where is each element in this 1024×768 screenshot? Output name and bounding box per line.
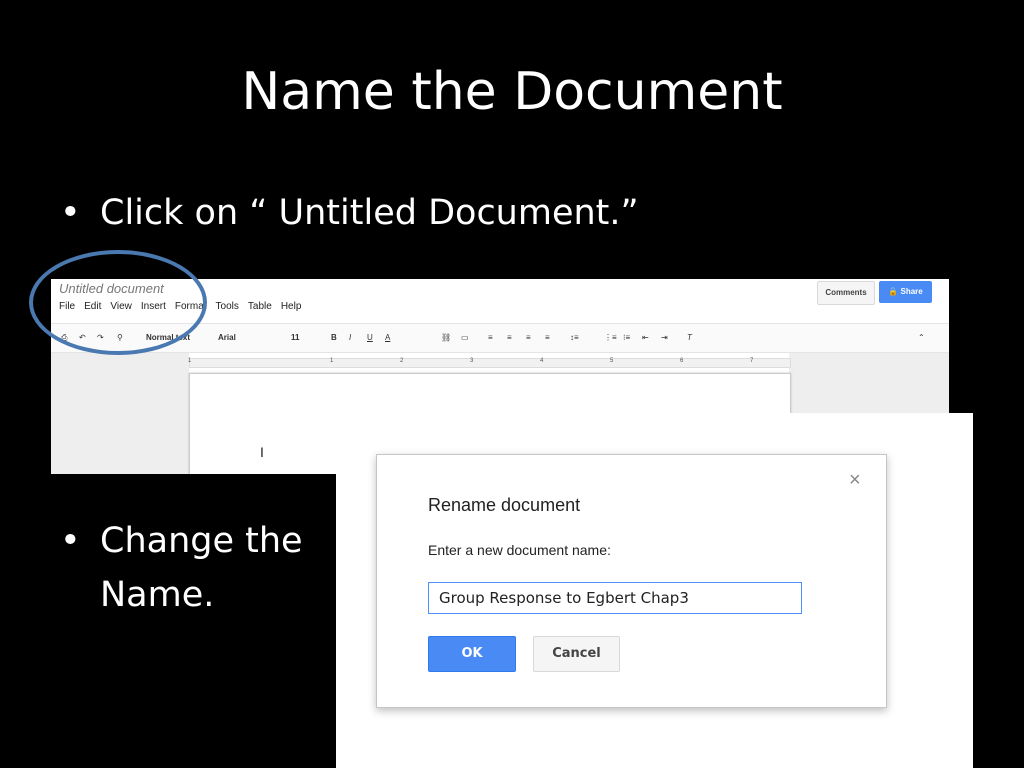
- collapse-icon[interactable]: ⌃: [918, 333, 925, 342]
- clear-formatting-icon[interactable]: T: [687, 333, 692, 342]
- bullet-text: Change the Name.: [100, 521, 303, 615]
- bulleted-list-icon[interactable]: ⁝≡: [623, 333, 630, 342]
- share-label: Share: [900, 287, 923, 296]
- rename-dialog: × Rename document Enter a new document n…: [376, 454, 887, 708]
- ruler-number: 5: [610, 358, 614, 364]
- bullet-text: Click on “ Untitled Document.”: [100, 193, 639, 233]
- font-size-select[interactable]: 11: [291, 333, 299, 342]
- ruler-number: 1: [330, 358, 334, 364]
- link-icon[interactable]: ⛓: [441, 333, 451, 342]
- ruler: 1 1 2 3 4 5 6 7: [188, 358, 791, 368]
- ruler-number: 1: [188, 358, 192, 364]
- menu-tools[interactable]: Tools: [216, 301, 239, 312]
- bullet-click-untitled: • Click on “ Untitled Document.”: [60, 186, 639, 240]
- bullet-dot: •: [60, 521, 81, 561]
- numbered-list-icon[interactable]: ⋮≡: [604, 333, 617, 342]
- font-select[interactable]: Arial: [218, 333, 236, 342]
- ruler-number: 2: [400, 358, 404, 364]
- document-name-input[interactable]: [428, 582, 802, 614]
- text-color-icon[interactable]: A: [385, 333, 390, 342]
- ruler-number: 4: [540, 358, 544, 364]
- cancel-button[interactable]: Cancel: [533, 636, 620, 672]
- ok-button[interactable]: OK: [428, 636, 516, 672]
- bullet-dot: •: [60, 193, 81, 233]
- underline-icon[interactable]: U: [367, 333, 373, 342]
- dialog-title: Rename document: [428, 495, 581, 515]
- bold-icon[interactable]: B: [331, 333, 337, 342]
- justify-icon[interactable]: ≡: [545, 333, 550, 342]
- align-center-icon[interactable]: ≡: [507, 333, 512, 342]
- slide-title: Name the Document: [241, 62, 783, 122]
- increase-indent-icon[interactable]: ⇥: [661, 333, 668, 342]
- ruler-number: 7: [750, 358, 754, 364]
- text-cursor: I: [260, 444, 264, 460]
- align-left-icon[interactable]: ≡: [488, 333, 493, 342]
- bullet-change-name: • Change the Name.: [60, 514, 340, 622]
- decrease-indent-icon[interactable]: ⇤: [642, 333, 649, 342]
- comment-icon[interactable]: ▭: [461, 333, 469, 342]
- dialog-prompt: Enter a new document name:: [428, 542, 611, 558]
- ruler-number: 6: [680, 358, 684, 364]
- highlight-circle: [29, 250, 207, 355]
- line-spacing-icon[interactable]: ↕≡: [570, 333, 579, 342]
- menu-table[interactable]: Table: [248, 301, 272, 312]
- align-right-icon[interactable]: ≡: [526, 333, 531, 342]
- ruler-number: 3: [470, 358, 474, 364]
- close-icon[interactable]: ×: [849, 469, 861, 492]
- share-button[interactable]: 🔒 Share: [879, 281, 932, 303]
- lock-icon: 🔒: [888, 287, 899, 296]
- menu-help[interactable]: Help: [281, 301, 302, 312]
- comments-button[interactable]: Comments: [817, 281, 875, 305]
- left-margin-area: [51, 353, 189, 474]
- italic-icon[interactable]: I: [349, 333, 351, 342]
